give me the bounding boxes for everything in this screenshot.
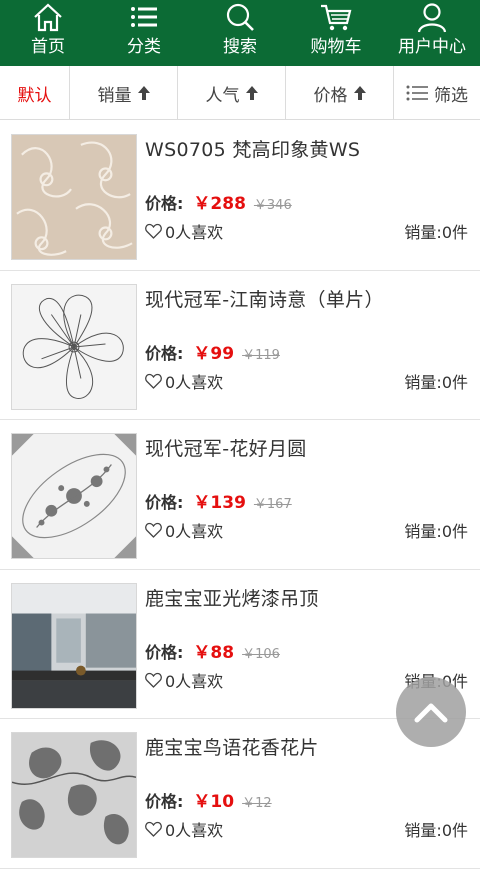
product-item[interactable]: WS0705 梵高印象黄WS 价格: ￥288 ￥346 0人喜欢 销量:0件 <box>0 121 480 271</box>
original-price: ￥106 <box>242 646 280 662</box>
product-image[interactable] <box>11 283 137 410</box>
original-price: ￥12 <box>242 796 272 811</box>
heart-icon <box>145 522 162 538</box>
likes[interactable]: 0人喜欢 <box>145 369 223 393</box>
nav-user-center[interactable]: 用户中心 <box>384 0 480 66</box>
nav-category-label: 分类 <box>127 37 161 57</box>
nav-cart-label: 购物车 <box>310 37 362 57</box>
current-price: ￥99 <box>193 343 235 364</box>
original-price: ￥119 <box>242 347 280 363</box>
user-icon <box>417 3 447 33</box>
sort-price-label: 价格 <box>313 85 348 106</box>
product-title[interactable]: WS0705 梵高印象黄WS <box>145 135 360 162</box>
sort-bar: 默认 销量 人气 价格 筛选 <box>0 66 480 120</box>
sales-info: 销量:0件 <box>404 369 468 393</box>
sales-info: 销量:0件 <box>404 518 468 542</box>
top-nav: 首页 分类 搜索 购物车 用户中心 <box>0 0 480 66</box>
likes-count: 0人喜欢 <box>165 671 224 691</box>
product-image[interactable] <box>11 732 137 858</box>
sales-count: 0件 <box>441 821 468 840</box>
nav-search[interactable]: 搜索 <box>192 0 288 66</box>
likes-count: 0人喜欢 <box>165 223 224 242</box>
current-price: ￥288 <box>193 194 246 214</box>
filter-label: 筛选 <box>434 85 468 106</box>
heart-icon <box>145 373 162 389</box>
nav-search-label: 搜索 <box>223 37 257 57</box>
arrow-up-icon <box>245 86 258 100</box>
price-row: 价格: ￥139 ￥167 <box>145 488 292 513</box>
sales-count: 0件 <box>441 223 468 242</box>
filter-button[interactable]: 筛选 <box>394 66 480 120</box>
sort-popularity-label: 人气 <box>205 85 240 106</box>
product-title[interactable]: 鹿宝宝亚光烤漆吊顶 <box>145 584 319 611</box>
product-image[interactable] <box>11 433 137 559</box>
price-label: 价格: <box>145 194 184 213</box>
likes-count: 0人喜欢 <box>165 522 224 541</box>
sales-info: 销量:0件 <box>404 817 468 841</box>
product-image[interactable] <box>11 134 137 260</box>
likes[interactable]: 0人喜欢 <box>145 817 223 841</box>
nav-home[interactable]: 首页 <box>0 0 96 66</box>
price-row: 价格: ￥88 ￥106 <box>145 638 280 663</box>
product-item[interactable]: 鹿宝宝鸟语花香花片 价格: ￥10 ￥12 0人喜欢 销量:0件 <box>0 719 480 869</box>
heart-icon <box>145 672 162 688</box>
heart-icon <box>145 223 162 239</box>
price-label: 价格: <box>145 642 184 662</box>
nav-cart[interactable]: 购物车 <box>288 0 384 66</box>
sales-label: 销量: <box>404 522 442 541</box>
arrow-up-icon <box>137 86 150 100</box>
sort-default-tab[interactable]: 默认 <box>0 66 70 120</box>
product-image[interactable] <box>11 582 137 709</box>
search-icon <box>226 3 254 31</box>
nav-home-label: 首页 <box>31 37 65 57</box>
product-title[interactable]: 现代冠军-江南诗意（单片） <box>145 285 384 312</box>
heart-icon <box>145 821 162 837</box>
likes[interactable]: 0人喜欢 <box>145 668 223 692</box>
sort-default-label: 默认 <box>17 85 52 106</box>
nav-user-center-label: 用户中心 <box>398 37 466 57</box>
category-list-icon <box>131 7 157 27</box>
arrow-up-icon <box>353 86 366 100</box>
original-price: ￥167 <box>253 497 292 512</box>
sort-price-tab[interactable]: 价格 <box>286 66 394 120</box>
nav-category[interactable]: 分类 <box>96 0 192 66</box>
price-row: 价格: ￥99 ￥119 <box>145 339 280 364</box>
product-title[interactable]: 鹿宝宝鸟语花香花片 <box>145 733 319 760</box>
likes[interactable]: 0人喜欢 <box>145 518 223 542</box>
current-price: ￥139 <box>193 493 246 513</box>
product-item[interactable]: 现代冠军-花好月圆 价格: ￥139 ￥167 0人喜欢 销量:0件 <box>0 420 480 570</box>
sort-sales-label: 销量 <box>97 85 132 106</box>
sales-label: 销量: <box>404 223 442 242</box>
home-icon <box>34 3 62 32</box>
price-label: 价格: <box>145 343 184 363</box>
chevron-up-icon <box>414 703 448 723</box>
price-row: 价格: ￥288 ￥346 <box>145 189 292 214</box>
price-label: 价格: <box>145 493 184 512</box>
sort-sales-tab[interactable]: 销量 <box>70 66 178 120</box>
product-item[interactable]: 现代冠军-江南诗意（单片） 价格: ￥99 ￥119 0人喜欢 销量:0件 <box>0 271 480 420</box>
sales-count: 0件 <box>441 372 468 392</box>
product-title[interactable]: 现代冠军-花好月圆 <box>145 434 307 461</box>
product-list: WS0705 梵高印象黄WS 价格: ￥288 ￥346 0人喜欢 销量:0件 <box>0 121 480 869</box>
sales-count: 0件 <box>441 522 468 541</box>
sort-popularity-tab[interactable]: 人气 <box>178 66 286 120</box>
original-price: ￥346 <box>253 198 292 213</box>
cart-icon <box>321 4 352 31</box>
back-to-top-button[interactable] <box>396 677 466 747</box>
likes[interactable]: 0人喜欢 <box>145 219 223 243</box>
sales-info: 销量:0件 <box>404 219 468 243</box>
likes-count: 0人喜欢 <box>165 821 224 840</box>
price-label: 价格: <box>145 792 184 811</box>
sales-label: 销量: <box>404 372 442 392</box>
likes-count: 0人喜欢 <box>165 372 224 392</box>
filter-list-icon <box>406 85 428 101</box>
current-price: ￥88 <box>193 642 235 663</box>
sales-label: 销量: <box>404 821 442 840</box>
